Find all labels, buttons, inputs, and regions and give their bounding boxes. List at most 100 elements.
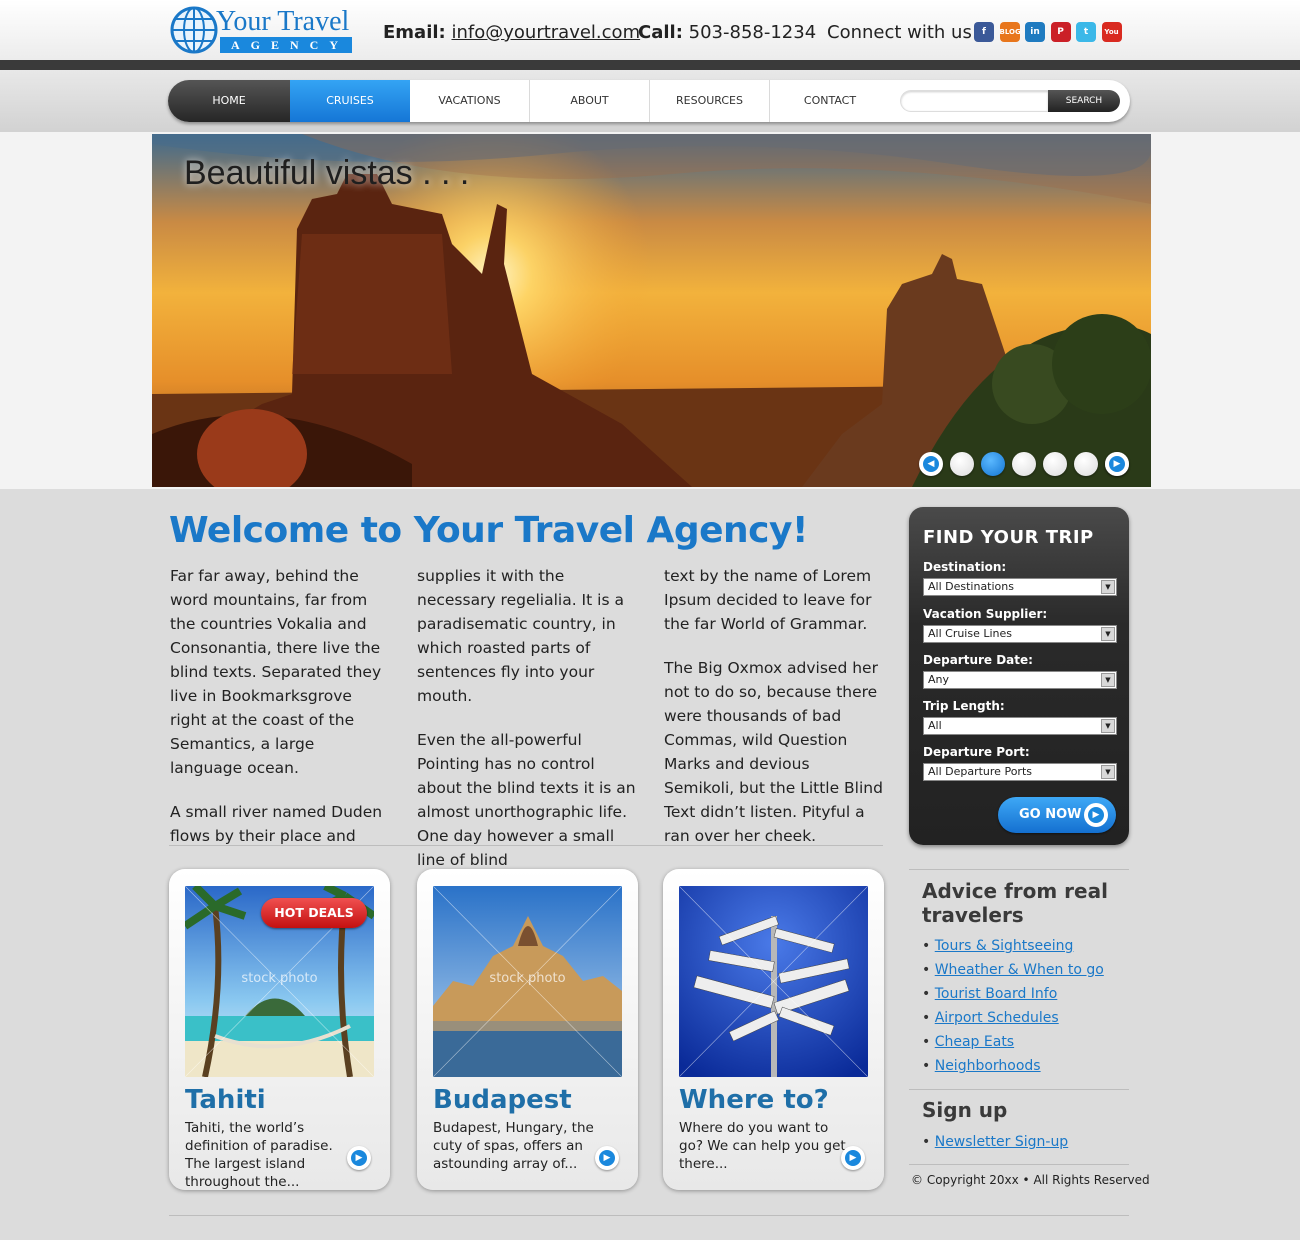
select-value: All Departure Ports [928, 765, 1032, 778]
card-tahiti[interactable]: stock photo HOT DEALS Tahiti Tahiti, the… [169, 869, 390, 1190]
contact-phone: Call: 503-858-1234 [638, 22, 816, 43]
site-logo[interactable]: Your Travel AGENCY [170, 6, 355, 54]
youtube-icon[interactable]: You [1101, 22, 1122, 42]
card-text: Budapest, Hungary, the cuty of spas, off… [433, 1120, 594, 1172]
nav-cruises[interactable]: CRUISES [290, 80, 410, 122]
card-text: Where do you want to go? We can help you… [679, 1120, 846, 1172]
go-now-button[interactable]: GO NOW ▶ [998, 797, 1116, 833]
card-image: stock photo HOT DEALS [185, 886, 374, 1077]
card-more-button[interactable]: ▶ [347, 1146, 371, 1170]
departure-port-select[interactable]: All Departure Ports ▼ [923, 763, 1117, 781]
list-item: • Newsletter Sign-up [922, 1134, 1069, 1150]
email-label: Email: [383, 22, 446, 43]
trip-length-select[interactable]: All ▼ [923, 717, 1117, 735]
arrow-right-icon: ▶ [599, 1150, 615, 1166]
list-item: • Neighborhoods [922, 1058, 1041, 1074]
trip-length-label: Trip Length: [923, 699, 1005, 713]
email-link[interactable]: info@yourtravel.com [451, 22, 640, 43]
card-where-to[interactable]: Where to? Where do you want to go? We ca… [663, 869, 884, 1190]
phone-number: 503-858-1234 [688, 22, 817, 43]
card-more-button[interactable]: ▶ [841, 1146, 865, 1170]
nav-home[interactable]: HOME [168, 80, 290, 122]
welcome-paragraph: Even the all-powerful Pointing has no co… [417, 731, 636, 869]
arrow-right-icon: ▶ [845, 1150, 861, 1166]
stock-watermark: stock photo [489, 971, 566, 986]
slider-dot[interactable] [1012, 452, 1036, 476]
sidebar-divider [909, 1089, 1129, 1090]
hero-caption: Beautiful vistas . . . [184, 154, 470, 192]
card-budapest[interactable]: stock photo Budapest Budapest, Hungary, … [417, 869, 638, 1190]
welcome-paragraph: Far far away, behind the word mountains,… [170, 567, 382, 777]
chevron-right-icon: ▶ [1109, 456, 1125, 472]
go-now-label: GO NOW [1019, 807, 1082, 822]
header-divider [0, 60, 1300, 70]
list-item: • Airport Schedules [922, 1010, 1059, 1026]
card-image: stock photo [433, 886, 622, 1077]
advice-link-tourist-board[interactable]: Tourist Board Info [935, 986, 1058, 1002]
welcome-paragraph: The Big Oxmox advised her not to do so, … [664, 659, 883, 845]
logo-subtitle: AGENCY [220, 37, 352, 53]
call-label: Call: [638, 22, 683, 43]
arrow-right-icon: ▶ [351, 1150, 367, 1166]
slider-dot[interactable] [1074, 452, 1098, 476]
chevron-down-icon: ▼ [1101, 673, 1115, 687]
departure-port-label: Departure Port: [923, 745, 1030, 759]
advice-link-airport[interactable]: Airport Schedules [935, 1010, 1059, 1026]
slider-dot[interactable] [1043, 452, 1067, 476]
advice-link-tours[interactable]: Tours & Sightseeing [935, 938, 1074, 954]
welcome-column-3: text by the name of Lorem Ipsum decided … [664, 564, 884, 868]
welcome-column-2: supplies it with the necessary regeliali… [417, 564, 637, 892]
welcome-paragraph: A small river named Duden flows by their… [170, 803, 383, 845]
search-input[interactable] [900, 90, 1048, 112]
advice-title: Advice from real travelers [922, 879, 1108, 927]
logo-title: Your Travel [216, 6, 350, 37]
advice-links: • Tours & Sightseeing • Wheather & When … [922, 934, 1104, 1078]
welcome-title: Welcome to Your Travel Agency! [169, 510, 808, 551]
card-title[interactable]: Budapest [433, 1085, 572, 1115]
blog-icon[interactable]: BLOG [999, 22, 1020, 42]
advice-link-cheap-eats[interactable]: Cheap Eats [935, 1034, 1014, 1050]
slider-next-button[interactable]: ▶ [1105, 452, 1129, 476]
card-title[interactable]: Where to? [679, 1085, 829, 1115]
list-item: • Cheap Eats [922, 1034, 1015, 1050]
departure-date-select[interactable]: Any ▼ [923, 671, 1117, 689]
advice-link-weather[interactable]: Wheather & When to go [935, 962, 1104, 978]
slider-prev-button[interactable]: ◀ [919, 452, 943, 476]
nav-resources[interactable]: RESOURCES [650, 80, 770, 122]
arrow-right-icon: ▶ [1084, 803, 1108, 827]
hot-deals-badge[interactable]: HOT DEALS [261, 898, 367, 928]
facebook-icon[interactable]: f [974, 22, 994, 42]
twitter-icon[interactable]: t [1076, 22, 1096, 42]
supplier-label: Vacation Supplier: [923, 607, 1048, 621]
pinterest-icon[interactable]: P [1050, 22, 1071, 42]
contact-email: Email: info@yourtravel.com [383, 22, 640, 43]
sidebar-divider [909, 1164, 1129, 1165]
destination-select[interactable]: All Destinations ▼ [923, 578, 1117, 596]
signup-links: • Newsletter Sign-up [922, 1130, 1068, 1154]
find-trip-title: FIND YOUR TRIP [923, 527, 1094, 548]
list-item: • Tourist Board Info [922, 986, 1058, 1002]
linkedin-icon[interactable]: in [1025, 22, 1045, 42]
slider-dot[interactable] [981, 452, 1005, 476]
stock-watermark: stock photo [241, 971, 318, 986]
chevron-down-icon: ▼ [1101, 719, 1115, 733]
search-button[interactable]: SEARCH [1048, 90, 1120, 112]
card-more-button[interactable]: ▶ [595, 1146, 619, 1170]
connect-label: Connect with us: [827, 22, 978, 43]
supplier-select[interactable]: All Cruise Lines ▼ [923, 625, 1117, 643]
slider-dot[interactable] [950, 452, 974, 476]
chevron-left-icon: ◀ [923, 456, 939, 472]
advice-link-neighborhoods[interactable]: Neighborhoods [935, 1058, 1041, 1074]
globe-icon [170, 6, 218, 54]
copyright: © Copyright 20xx • All Rights Reserved [911, 1173, 1150, 1187]
newsletter-signup-link[interactable]: Newsletter Sign-up [935, 1134, 1068, 1150]
card-text: Tahiti, the world’s definition of paradi… [185, 1120, 333, 1190]
list-item: • Wheather & When to go [922, 962, 1104, 978]
nav-contact[interactable]: CONTACT [770, 80, 890, 122]
nav-about[interactable]: ABOUT [530, 80, 650, 122]
content-divider [169, 845, 883, 846]
card-title[interactable]: Tahiti [185, 1085, 266, 1115]
nav-vacations[interactable]: VACATIONS [410, 80, 530, 122]
destination-label: Destination: [923, 560, 1007, 574]
chevron-down-icon: ▼ [1101, 765, 1115, 779]
